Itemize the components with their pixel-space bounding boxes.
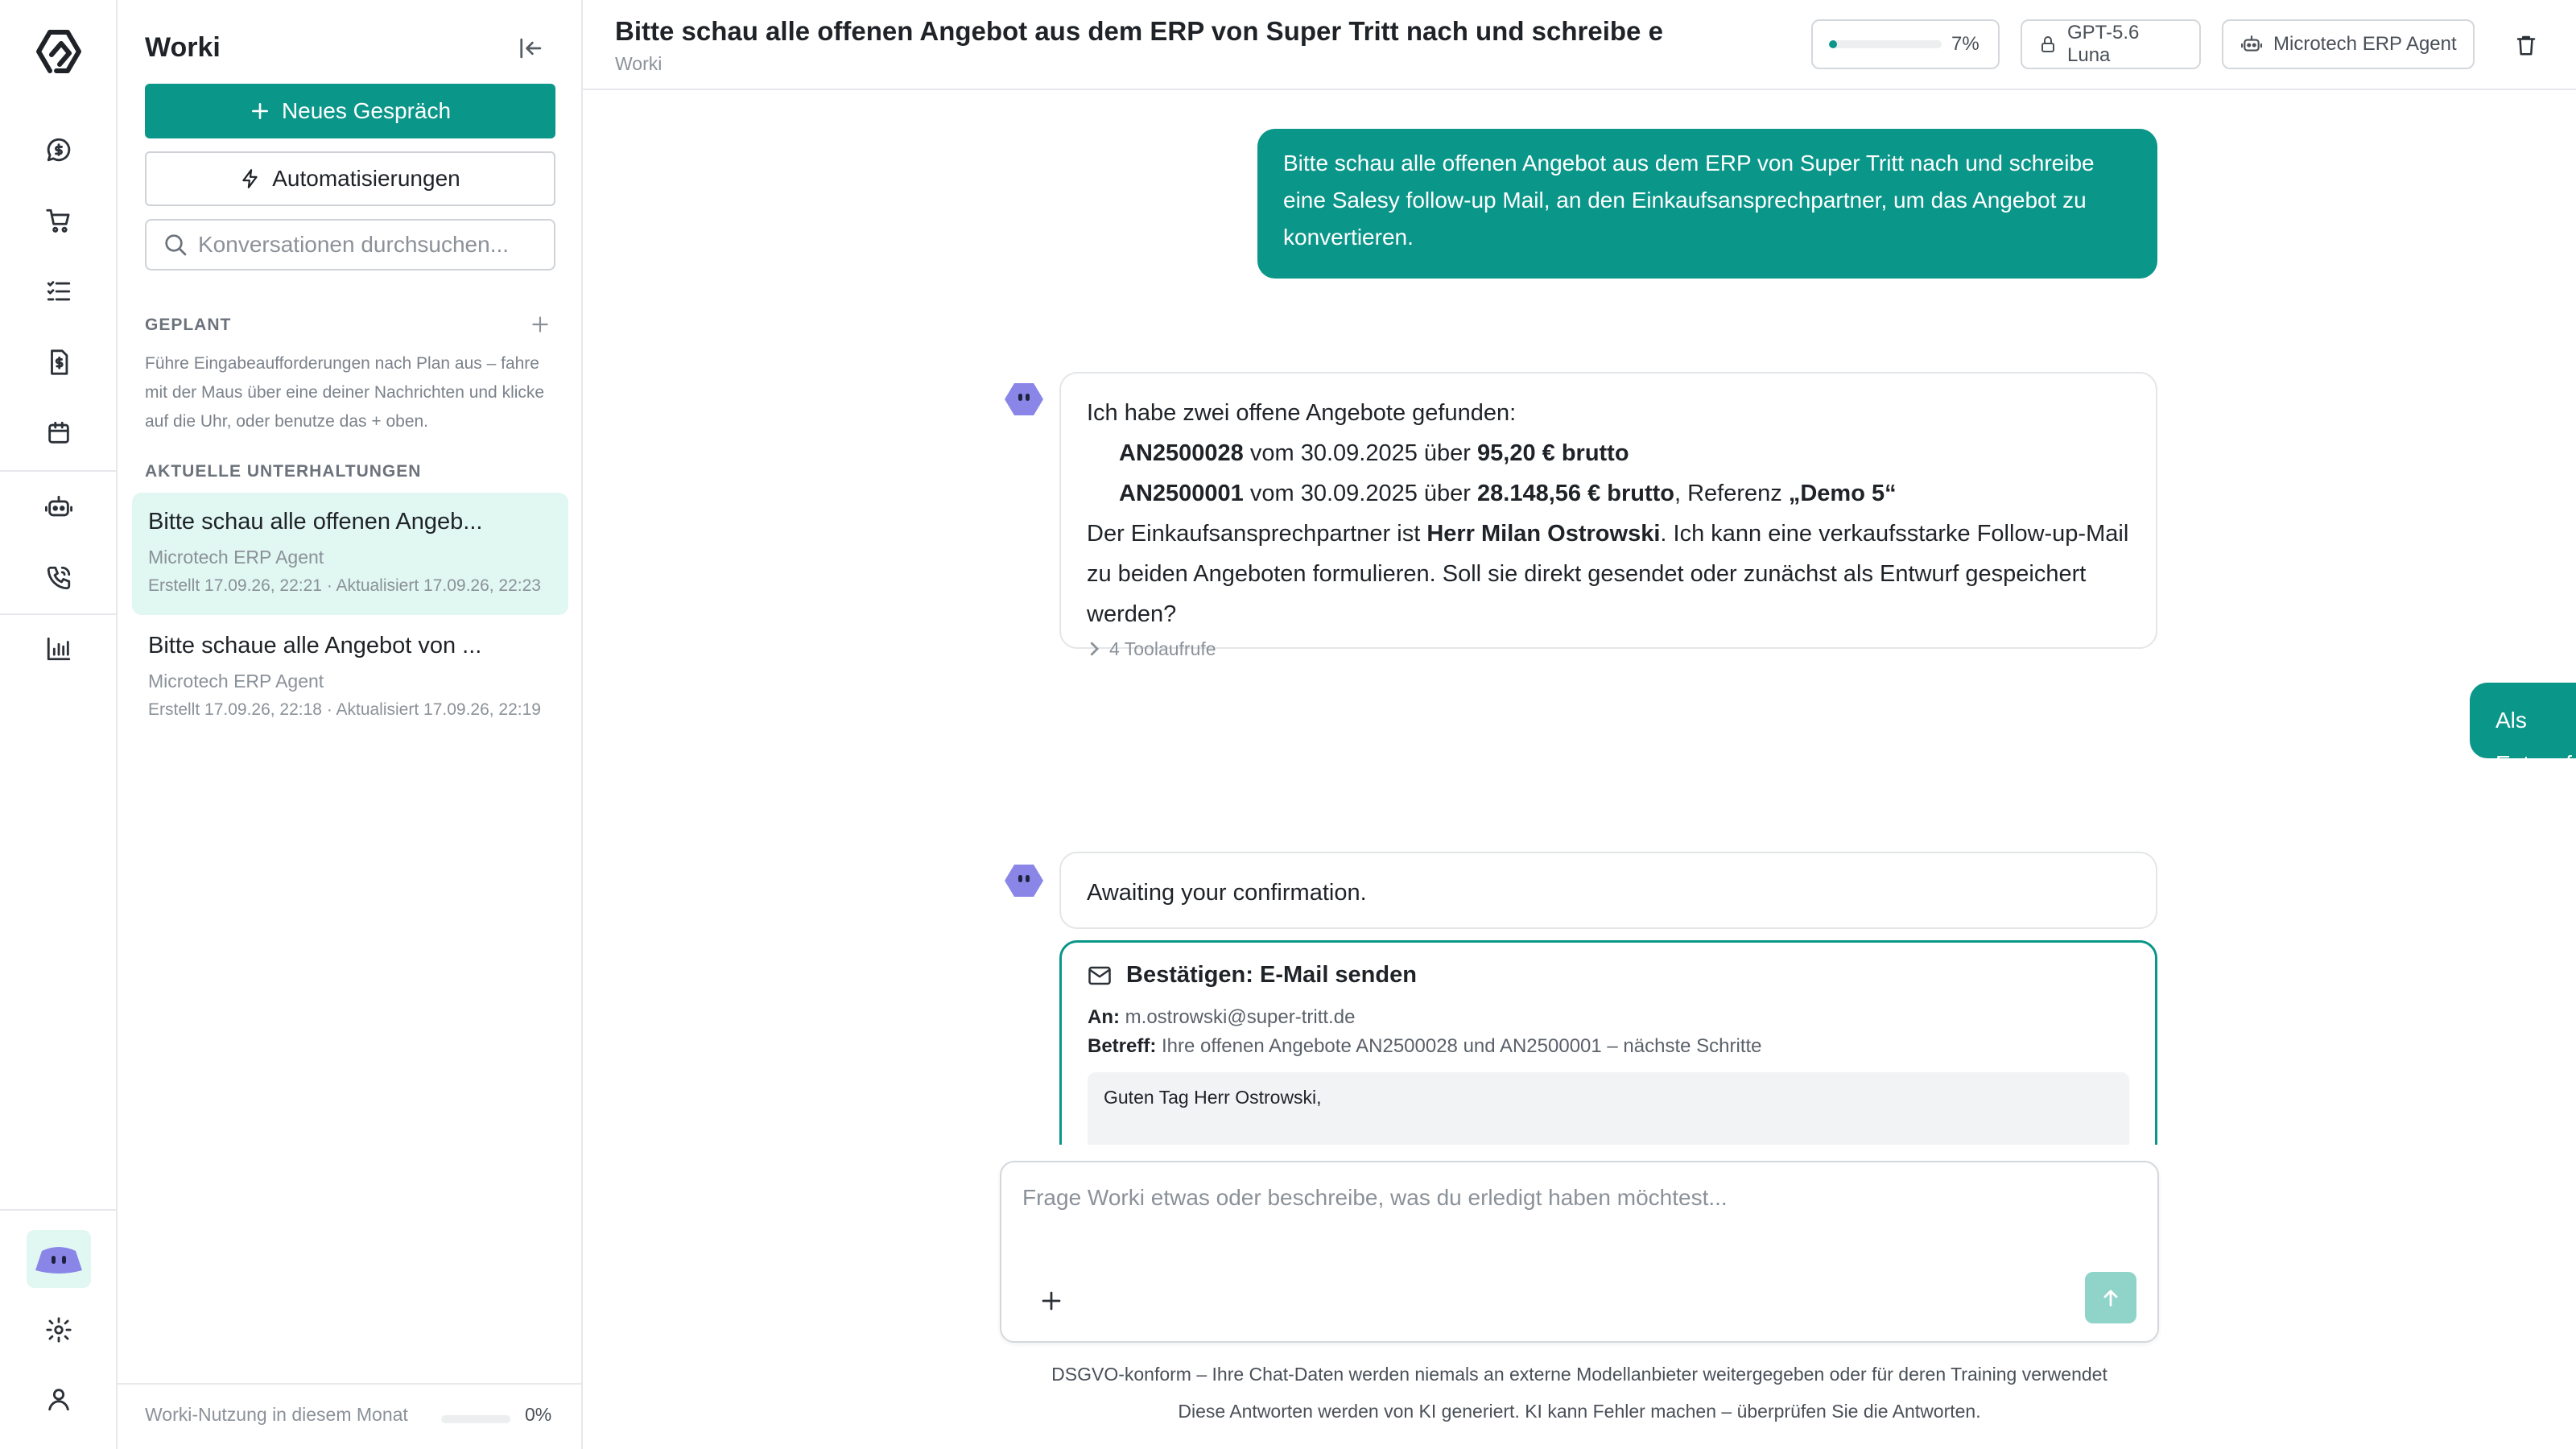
new-chat-button[interactable]: Neues Gespräch bbox=[145, 84, 555, 138]
lock-icon bbox=[2038, 34, 2058, 55]
message-composer bbox=[1000, 1161, 2159, 1343]
assistant-message: Awaiting your confirmation. bbox=[1059, 852, 2157, 929]
offer-item: AN2500001 vom 30.09.2025 über 28.148,56 … bbox=[1119, 481, 1897, 506]
conversation-subtitle: Worki bbox=[615, 53, 663, 74]
message-input[interactable] bbox=[1022, 1185, 2133, 1265]
attach-plus-icon[interactable] bbox=[1034, 1283, 1069, 1319]
tool-calls-toggle[interactable]: 4 Toolaufrufe bbox=[1087, 634, 2130, 663]
conversation-item[interactable]: Bitte schaue alle Angebot von ... Microt… bbox=[132, 617, 568, 739]
context-usage-indicator: 7% bbox=[1811, 19, 2000, 69]
conversation-item[interactable]: Bitte schau alle offenen Angeb... Microt… bbox=[132, 493, 568, 615]
chat-icon[interactable] bbox=[35, 126, 83, 174]
cart-icon[interactable] bbox=[35, 196, 83, 245]
conversation-sidebar: Worki Neues Gespräch Automatisierungen G… bbox=[118, 0, 583, 1449]
search-icon bbox=[163, 232, 188, 258]
context-percent: 7% bbox=[1951, 33, 1979, 55]
context-progress-bar bbox=[1829, 40, 1942, 48]
plus-icon bbox=[250, 101, 270, 122]
gear-icon[interactable] bbox=[35, 1306, 83, 1354]
search-input[interactable] bbox=[198, 232, 536, 258]
rail-divider bbox=[0, 613, 118, 615]
scheduled-section-label: GEPLANT bbox=[145, 316, 232, 334]
checklist-icon[interactable] bbox=[35, 267, 83, 316]
bot-avatar-icon bbox=[1003, 382, 1045, 417]
bar-chart-icon[interactable] bbox=[35, 625, 83, 673]
confirmation-title: Bestätigen: E-Mail senden bbox=[1126, 962, 1417, 988]
send-button[interactable] bbox=[2085, 1272, 2136, 1323]
conversation-title: Bitte schau alle offenen Angeb... bbox=[148, 509, 483, 535]
calendar-icon[interactable] bbox=[35, 409, 83, 457]
email-body-preview: Guten Tag Herr Ostrowski, bbox=[1088, 1072, 2129, 1145]
user-icon[interactable] bbox=[35, 1375, 83, 1423]
conversation-title: Bitte schau alle offenen Angebot aus dem… bbox=[615, 16, 1663, 46]
lightning-icon bbox=[240, 167, 261, 190]
collapse-sidebar-icon[interactable] bbox=[514, 32, 549, 64]
robot-icon bbox=[2240, 34, 2264, 55]
rail-divider bbox=[0, 1209, 118, 1211]
ai-disclaimer: Diese Antworten werden von KI generiert.… bbox=[1178, 1401, 1981, 1422]
mail-icon bbox=[1088, 965, 1112, 986]
privacy-notice: DSGVO-konform – Ihre Chat-Daten werden n… bbox=[1051, 1364, 2107, 1385]
delete-conversation-icon[interactable] bbox=[2507, 26, 2545, 64]
robot-icon[interactable] bbox=[35, 483, 83, 531]
automations-button[interactable]: Automatisierungen bbox=[145, 151, 555, 206]
confirmation-header: Bestätigen: E-Mail senden bbox=[1088, 962, 2129, 989]
conversation-agent: Microtech ERP Agent bbox=[148, 547, 324, 568]
model-label: GPT-5.6 Luna bbox=[2067, 22, 2140, 66]
bot-avatar-icon bbox=[1003, 863, 1045, 898]
contact-paragraph: Der Einkaufsansprechpartner ist Herr Mil… bbox=[1087, 521, 2129, 627]
recent-section-label: AKTUELLE UNTERHALTUNGEN bbox=[145, 462, 422, 481]
usage-bar bbox=[441, 1415, 510, 1423]
conversation-agent: Microtech ERP Agent bbox=[148, 671, 324, 691]
email-recipient: An: m.ostrowski@super-tritt.de bbox=[1088, 1006, 1356, 1028]
user-message: Bitte schau alle offenen Angebot aus dem… bbox=[1257, 129, 2157, 279]
assistant-message: Ich habe zwei offene Angebote gefunden: … bbox=[1059, 372, 2157, 659]
app-logo-icon[interactable] bbox=[29, 24, 89, 80]
usage-footer: Worki-Nutzung in diesem Monat 0% bbox=[118, 1383, 583, 1449]
chevron-right-icon bbox=[1087, 640, 1101, 658]
chat-header: Bitte schau alle offenen Angebot aus dem… bbox=[583, 0, 2576, 90]
usage-percent: 0% bbox=[525, 1404, 552, 1425]
usage-label: Worki-Nutzung in diesem Monat bbox=[145, 1404, 408, 1425]
tool-calls-label: 4 Toolaufrufe bbox=[1109, 638, 1216, 659]
email-subject: Betreff: Ihre offenen Angebote AN2500028… bbox=[1088, 1035, 1762, 1057]
add-schedule-icon[interactable] bbox=[530, 314, 551, 335]
invoice-icon[interactable] bbox=[35, 338, 83, 386]
bot-avatar-icon[interactable] bbox=[27, 1230, 91, 1288]
sidebar-title: Worki bbox=[145, 32, 221, 63]
scheduled-description: Führe Eingabeaufforderungen nach Plan au… bbox=[145, 354, 545, 431]
agent-selector[interactable]: Microtech ERP Agent bbox=[2222, 19, 2475, 69]
conversation-meta: Erstellt 17.09.26, 22:18 · Aktualisiert … bbox=[148, 700, 541, 719]
automations-label: Automatisierungen bbox=[272, 166, 460, 191]
arrow-up-icon bbox=[2099, 1286, 2122, 1309]
conversation-title: Bitte schaue alle Angebot von ... bbox=[148, 633, 482, 658]
conversation-meta: Erstellt 17.09.26, 22:21 · Aktualisiert … bbox=[148, 576, 541, 595]
user-message: Als Entwurf speichern bbox=[2470, 683, 2576, 819]
icon-rail bbox=[0, 0, 118, 1449]
rail-divider bbox=[0, 470, 118, 472]
phone-icon[interactable] bbox=[35, 554, 83, 602]
assistant-intro: Ich habe zwei offene Angebote gefunden: bbox=[1087, 400, 1517, 426]
model-selector[interactable]: GPT-5.6 Luna bbox=[2021, 19, 2201, 69]
offer-item: AN2500028 vom 30.09.2025 über 95,20 € br… bbox=[1119, 440, 1629, 466]
chat-thread: Bitte schau alle offenen Angebot aus dem… bbox=[583, 90, 2576, 1145]
email-confirmation-card: Bestätigen: E-Mail senden An: m.ostrowsk… bbox=[1059, 940, 2157, 1145]
agent-label: Microtech ERP Agent bbox=[2273, 33, 2457, 55]
conversation-search bbox=[145, 219, 555, 270]
new-chat-label: Neues Gespräch bbox=[281, 98, 452, 123]
context-progress-fill bbox=[1829, 40, 1837, 48]
